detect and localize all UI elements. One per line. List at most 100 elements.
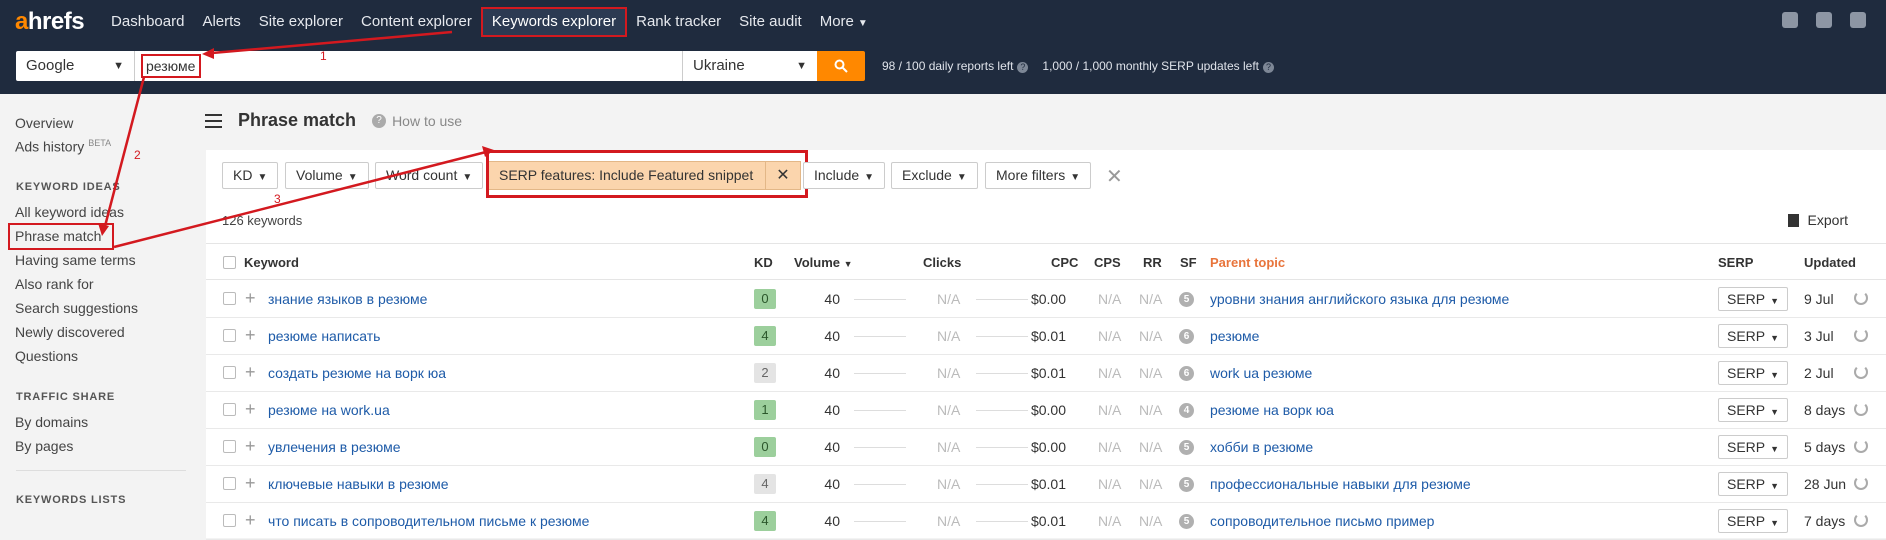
- serp-features-badge[interactable]: 5: [1179, 440, 1194, 455]
- sidebar-item-also-rank-for[interactable]: Also rank for: [15, 276, 94, 292]
- chevron-down-icon: ▼: [1770, 481, 1780, 491]
- add-to-list-icon[interactable]: +: [245, 288, 256, 309]
- exclude-filter[interactable]: Exclude ▼: [891, 162, 978, 189]
- row-checkbox[interactable]: [223, 329, 236, 342]
- serp-button[interactable]: SERP ▼: [1718, 509, 1788, 533]
- parent-topic-link[interactable]: уровни знания английского языка для резю…: [1210, 291, 1509, 307]
- account-icon[interactable]: [1850, 12, 1866, 28]
- messages-icon[interactable]: [1816, 12, 1832, 28]
- sidebar-item-search-suggestions[interactable]: Search suggestions: [15, 300, 138, 316]
- column-sf[interactable]: SF: [1180, 255, 1197, 270]
- help-icon[interactable]: ?: [1263, 62, 1275, 73]
- keyword-link[interactable]: увлечения в резюме: [268, 439, 400, 455]
- serp-button[interactable]: SERP ▼: [1718, 435, 1788, 459]
- parent-topic-link[interactable]: work ua резюме: [1210, 365, 1312, 381]
- column-kd[interactable]: KD: [754, 255, 773, 270]
- nav-rank-tracker[interactable]: Rank tracker: [627, 7, 730, 37]
- parent-topic-link[interactable]: сопроводительное письмо пример: [1210, 513, 1434, 529]
- nav-dashboard[interactable]: Dashboard: [102, 7, 193, 37]
- add-to-list-icon[interactable]: +: [245, 510, 256, 531]
- keyword-link[interactable]: что писать в сопроводительном письме к р…: [268, 513, 589, 529]
- refresh-icon[interactable]: [1854, 513, 1868, 527]
- refresh-icon[interactable]: [1854, 365, 1868, 379]
- column-updated[interactable]: Updated: [1804, 255, 1856, 270]
- column-keyword[interactable]: Keyword: [244, 255, 299, 270]
- keyword-link[interactable]: создать резюме на ворк юа: [268, 365, 446, 381]
- add-to-list-icon[interactable]: +: [245, 325, 256, 346]
- search-engine-select[interactable]: Google ▼: [16, 51, 134, 81]
- refresh-icon[interactable]: [1854, 291, 1868, 305]
- select-all-checkbox[interactable]: [223, 256, 236, 269]
- more-filters-button[interactable]: More filters ▼: [985, 162, 1092, 189]
- column-clicks[interactable]: Clicks: [923, 255, 961, 270]
- country-select[interactable]: Ukraine ▼: [682, 51, 817, 81]
- keyword-link[interactable]: знание языков в резюме: [268, 291, 427, 307]
- add-to-list-icon[interactable]: +: [245, 473, 256, 494]
- nav-alerts[interactable]: Alerts: [193, 7, 249, 37]
- sidebar-item-by-domains[interactable]: By domains: [15, 414, 88, 430]
- serp-button[interactable]: SERP ▼: [1718, 398, 1788, 422]
- sidebar-item-newly-discovered[interactable]: Newly discovered: [15, 324, 125, 340]
- parent-topic-link[interactable]: профессиональные навыки для резюме: [1210, 476, 1471, 492]
- sidebar-item-all-keyword-ideas[interactable]: All keyword ideas: [15, 204, 124, 220]
- row-checkbox[interactable]: [223, 292, 236, 305]
- ahrefs-logo[interactable]: ahrefs: [15, 8, 85, 36]
- sidebar-item-having-same-terms[interactable]: Having same terms: [15, 252, 136, 268]
- how-to-use-link[interactable]: ? How to use: [372, 113, 462, 129]
- keyword-link[interactable]: ключевые навыки в резюме: [268, 476, 449, 492]
- column-rr[interactable]: RR: [1143, 255, 1162, 270]
- include-filter[interactable]: Include ▼: [803, 162, 886, 189]
- menu-icon[interactable]: [205, 113, 222, 128]
- column-parent-topic[interactable]: Parent topic: [1210, 255, 1285, 270]
- sidebar-item-questions[interactable]: Questions: [15, 348, 78, 364]
- column-cpc[interactable]: CPC: [1051, 255, 1078, 270]
- volume-filter[interactable]: Volume ▼: [285, 162, 369, 189]
- refresh-icon[interactable]: [1854, 402, 1868, 416]
- sidebar-item-overview[interactable]: Overview: [15, 115, 73, 131]
- serp-features-badge[interactable]: 6: [1179, 366, 1194, 381]
- keyword-input[interactable]: [141, 54, 201, 78]
- serp-features-badge[interactable]: 5: [1179, 477, 1194, 492]
- add-to-list-icon[interactable]: +: [245, 362, 256, 383]
- add-to-list-icon[interactable]: +: [245, 399, 256, 420]
- refresh-icon[interactable]: [1854, 328, 1868, 342]
- row-checkbox[interactable]: [223, 403, 236, 416]
- parent-topic-link[interactable]: резюме: [1210, 328, 1259, 344]
- keywords-lists-heading: KEYWORDS LISTS: [16, 494, 127, 506]
- serp-button[interactable]: SERP ▼: [1718, 472, 1788, 496]
- serp-button[interactable]: SERP ▼: [1718, 324, 1788, 348]
- add-to-list-icon[interactable]: +: [245, 436, 256, 457]
- refresh-icon[interactable]: [1854, 476, 1868, 490]
- serp-features-badge[interactable]: 6: [1179, 329, 1194, 344]
- serp-button[interactable]: SERP ▼: [1718, 287, 1788, 311]
- row-checkbox[interactable]: [223, 477, 236, 490]
- keyword-link[interactable]: резюме написать: [268, 328, 380, 344]
- parent-topic-link[interactable]: хобби в резюме: [1210, 439, 1313, 455]
- column-volume[interactable]: Volume ▼: [794, 255, 853, 270]
- refresh-icon[interactable]: [1854, 439, 1868, 453]
- keyword-link[interactable]: резюме на work.ua: [268, 402, 390, 418]
- serp-features-badge[interactable]: 4: [1179, 403, 1194, 418]
- sidebar-item-ads-history[interactable]: Ads history BETA: [15, 138, 111, 155]
- nav-content-explorer[interactable]: Content explorer: [352, 7, 481, 37]
- search-button[interactable]: [817, 51, 865, 81]
- clear-filters-icon[interactable]: ✕: [1106, 164, 1123, 189]
- row-checkbox[interactable]: [223, 440, 236, 453]
- word-count-filter[interactable]: Word count ▼: [375, 162, 484, 189]
- serp-features-badge[interactable]: 5: [1179, 514, 1194, 529]
- nav-site-explorer[interactable]: Site explorer: [250, 7, 352, 37]
- nav-site-audit[interactable]: Site audit: [730, 7, 811, 37]
- nav-more[interactable]: More ▼: [811, 7, 877, 37]
- row-checkbox[interactable]: [223, 514, 236, 527]
- notifications-icon[interactable]: [1782, 12, 1798, 28]
- sidebar-item-by-pages[interactable]: By pages: [15, 438, 73, 454]
- help-icon[interactable]: ?: [1017, 62, 1029, 73]
- row-checkbox[interactable]: [223, 366, 236, 379]
- serp-features-badge[interactable]: 5: [1179, 292, 1194, 307]
- export-button[interactable]: Export: [1787, 212, 1848, 228]
- nav-keywords-explorer[interactable]: Keywords explorer: [480, 6, 628, 37]
- parent-topic-link[interactable]: резюме на ворк юа: [1210, 402, 1334, 418]
- kd-filter[interactable]: KD ▼: [222, 162, 279, 189]
- serp-button[interactable]: SERP ▼: [1718, 361, 1788, 385]
- column-cps[interactable]: CPS: [1094, 255, 1121, 270]
